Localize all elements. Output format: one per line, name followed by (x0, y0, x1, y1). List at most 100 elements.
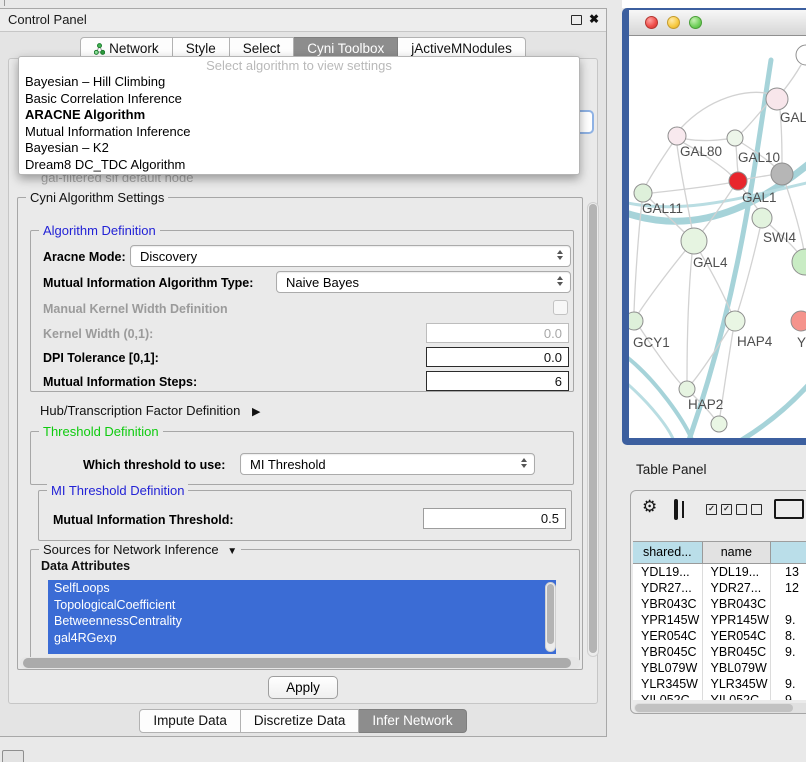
tab-discretize-data[interactable]: Discretize Data (241, 709, 360, 733)
mi-type-combo[interactable]: Naive Bayes (276, 271, 571, 293)
table-cell: YDR27... (703, 580, 772, 596)
hub-section-toggle[interactable]: Hub/Transcription Factor Definition ▶ (40, 403, 260, 418)
node-label: GAL (780, 110, 806, 125)
network-node-y[interactable] (791, 311, 806, 331)
table-row[interactable]: YDR27...YDR27...12 (633, 580, 806, 596)
table-cell: YBL079W (633, 660, 703, 676)
network-node-gal11[interactable] (634, 184, 652, 202)
deselect-all-icon[interactable] (736, 504, 762, 515)
algorithm-option[interactable]: Basic Correlation Inference (19, 91, 579, 108)
gear-icon[interactable]: ⚙ (642, 497, 657, 517)
settings-horizontal-scrollbar[interactable] (20, 657, 580, 669)
table-row[interactable]: YPR145WYPR145W9. (633, 612, 806, 628)
select-all-icon[interactable]: ✓ ✓ (706, 504, 732, 515)
algorithm-option[interactable]: ARACNE Algorithm (19, 107, 579, 124)
data-attribute-item[interactable]: gal4RGexp (48, 630, 556, 647)
control-panel-window: Control Panel ✖ NetworkStyleSelectCyni T… (0, 8, 607, 737)
network-canvas[interactable]: GALGAL80GAL10GAL1GAL11SWI4GAL4GCY1HAP4YH… (629, 36, 806, 438)
table-cell: YDL19... (703, 564, 772, 580)
data-attribute-item[interactable]: TopologicalCoefficient (48, 597, 556, 614)
network-node-gal80[interactable] (668, 127, 686, 145)
kernel-width-field[interactable]: 0.0 (426, 323, 569, 343)
sources-title-text: Sources for Network Inference (43, 542, 219, 557)
minimize-traffic-light[interactable] (667, 16, 680, 29)
bottom-left-button[interactable] (2, 750, 24, 762)
table-row[interactable]: YBR045CYBR045C9. (633, 644, 806, 660)
network-node-gcy1[interactable] (629, 312, 643, 330)
column-header[interactable]: name (703, 542, 772, 563)
network-window: GALGAL80GAL10GAL1GAL11SWI4GAL4GCY1HAP4YH… (622, 8, 806, 445)
table-row[interactable]: YLR345WYLR345W9. (633, 676, 806, 692)
table-horizontal-scrollbar[interactable] (634, 703, 806, 713)
close-traffic-light[interactable] (645, 16, 658, 29)
network-node-gal4[interactable] (681, 228, 707, 254)
sources-group-title[interactable]: Sources for Network Inference ▼ (39, 542, 241, 557)
node-table[interactable]: shared...name YDL19...YDL19...13YDR27...… (633, 541, 806, 700)
data-attribute-item[interactable]: SelfLoops (48, 580, 556, 597)
network-node-hap2[interactable] (679, 381, 695, 397)
settings-vertical-scrollbar[interactable] (587, 202, 599, 657)
dpi-tolerance-field[interactable]: 0.0 (426, 347, 569, 367)
network-edge[interactable] (629, 380, 675, 438)
cyni-settings-group: Cyni Algorithm Settings Algorithm Defini… (17, 197, 583, 670)
panel-title: Control Panel (8, 12, 87, 27)
column-header[interactable] (771, 542, 806, 563)
table-header-row: shared...name (633, 542, 806, 564)
table-cell: YPR145W (633, 612, 703, 628)
column-selector-icon[interactable] (674, 499, 678, 520)
network-edge[interactable] (687, 254, 692, 381)
network-edge[interactable] (681, 92, 770, 128)
zoom-traffic-light[interactable] (689, 16, 702, 29)
algorithm-option[interactable]: Bayesian – Hill Climbing (19, 74, 579, 91)
table-row[interactable]: YBL079WYBL079W (633, 660, 806, 676)
data-attributes-list[interactable]: SelfLoopsTopologicalCoefficientBetweenne… (48, 580, 556, 654)
network-node[interactable] (792, 249, 806, 275)
attribute-list-scrollbar[interactable] (545, 582, 556, 652)
float-window-icon[interactable] (571, 15, 582, 25)
network-node-gal[interactable] (766, 88, 788, 110)
network-edge[interactable] (646, 144, 672, 185)
network-node[interactable] (771, 163, 793, 185)
which-threshold-combo[interactable]: MI Threshold (240, 453, 535, 475)
algorithm-option[interactable]: Bayesian – K2 (19, 140, 579, 157)
column-header[interactable]: shared... (633, 542, 703, 563)
threshold-definition-title: Threshold Definition (39, 424, 163, 439)
mi-threshold-field[interactable]: 0.5 (423, 508, 566, 529)
data-attributes-label: Data Attributes (41, 559, 130, 573)
tab-infer-network[interactable]: Infer Network (359, 709, 466, 733)
table-row[interactable]: YDL19...YDL19...13 (633, 564, 806, 580)
algorithm-option[interactable]: Dream8 DC_TDC Algorithm (19, 157, 579, 174)
table-cell: 9. (771, 676, 806, 692)
data-attribute-item[interactable]: BetweennessCentrality (48, 613, 556, 630)
table-row[interactable]: YER054CYER054C8. (633, 628, 806, 644)
network-node-gal1[interactable] (729, 172, 747, 190)
mi-steps-field[interactable]: 6 (426, 371, 569, 391)
table-row[interactable]: YIL052CYIL052C9. (633, 692, 806, 700)
tab-impute-data[interactable]: Impute Data (139, 709, 241, 733)
algorithm-option[interactable]: Mutual Information Inference (19, 124, 579, 141)
aracne-mode-combo[interactable]: Discovery (130, 245, 571, 267)
network-edge[interactable] (686, 139, 727, 141)
network-edge[interactable] (652, 183, 729, 193)
network-node[interactable] (796, 45, 806, 65)
node-label: HAP4 (737, 334, 773, 349)
network-node[interactable] (711, 416, 727, 432)
document-icon[interactable] (774, 499, 804, 519)
checked-box-icon: ✓ (706, 504, 717, 515)
mi-threshold-definition-group: MI Threshold Definition Mutual Informati… (38, 490, 572, 541)
tab-label: Impute Data (153, 712, 227, 730)
network-window-titlebar[interactable] (629, 10, 806, 36)
table-cell (771, 660, 806, 676)
network-edge[interactable] (638, 251, 685, 314)
manual-kernel-checkbox[interactable] (553, 300, 568, 315)
apply-button[interactable]: Apply (268, 676, 338, 699)
network-node-swi4[interactable] (752, 208, 772, 228)
node-label: HAP2 (688, 397, 723, 412)
network-node-hap4[interactable] (725, 311, 745, 331)
network-edge[interactable] (784, 65, 801, 90)
node-label: GAL80 (680, 144, 722, 159)
network-node-gal10[interactable] (727, 130, 743, 146)
table-row[interactable]: YBR043CYBR043C (633, 596, 806, 612)
collapse-down-icon: ▼ (227, 546, 237, 557)
close-icon[interactable]: ✖ (589, 12, 599, 26)
